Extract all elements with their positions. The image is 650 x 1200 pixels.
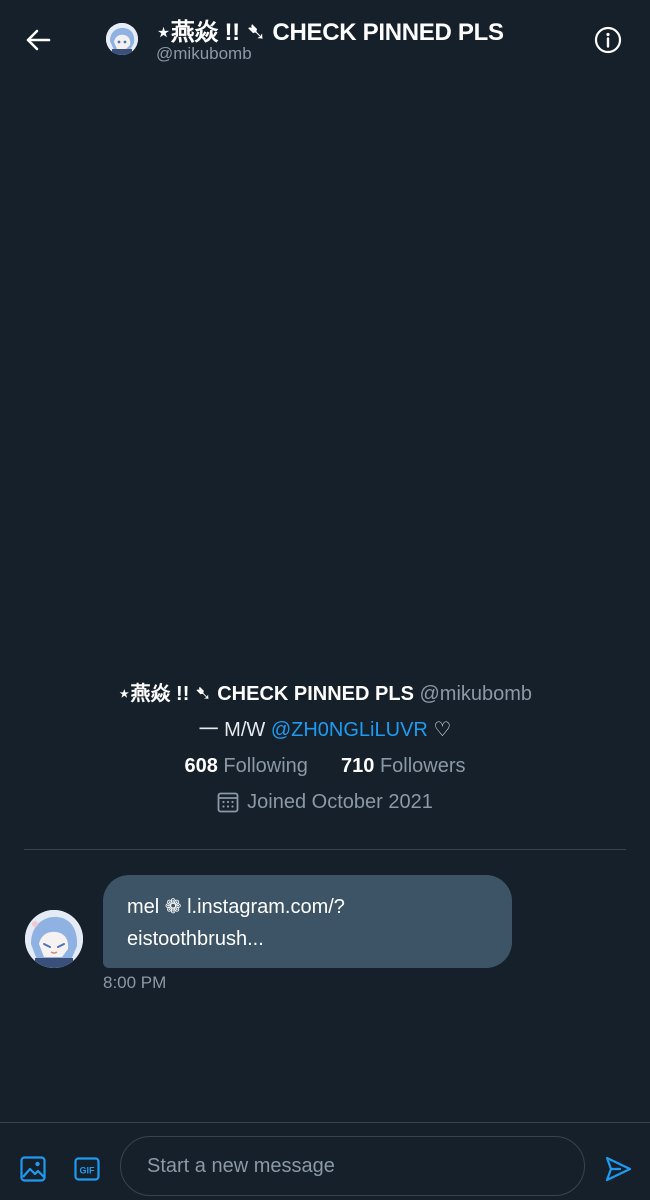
- message-bubble[interactable]: mel ❁ l.instagram.com/? eistoothbrush...: [103, 875, 512, 968]
- following-link[interactable]: 608 Following: [184, 755, 313, 777]
- bio-mention-link[interactable]: @ZH0NGLiLUVR: [271, 719, 428, 741]
- header-display-name: ⋆燕焱 !! ➷ CHECK PINNED PLS: [156, 19, 504, 46]
- bio-text: 一 M/W: [198, 719, 271, 741]
- profile-name-row: ⋆燕焱 !! ➷ CHECK PINNED PLS @mikubomb: [0, 676, 650, 712]
- profile-summary: ⋆燕焱 !! ➷ CHECK PINNED PLS @mikubomb 一 M/…: [0, 676, 650, 820]
- info-circle-icon: [594, 26, 622, 54]
- followers-link[interactable]: 710 Followers: [341, 755, 466, 777]
- header-avatar[interactable]: [106, 23, 138, 55]
- message-input-container: [120, 1136, 585, 1196]
- header-handle: @mikubomb: [156, 44, 252, 63]
- profile-bio: 一 M/W @ZH0NGLiLUVR ♡: [0, 712, 650, 748]
- conversation-header: ⋆燕焱 !! ➷ CHECK PINNED PLS @mikubomb: [0, 0, 650, 80]
- back-button[interactable]: [16, 20, 60, 60]
- gif-button[interactable]: GIF: [71, 1153, 103, 1185]
- send-icon: [605, 1156, 632, 1182]
- arrow-left-icon: [26, 29, 51, 51]
- following-label: Following: [223, 755, 308, 777]
- following-count: 608: [184, 755, 218, 777]
- info-button[interactable]: [588, 20, 628, 60]
- profile-joined-row: Joined October 2021: [0, 784, 650, 820]
- gif-label: GIF: [80, 1166, 96, 1176]
- message-sender-avatar[interactable]: [25, 910, 83, 968]
- bio-heart: ♡: [427, 719, 452, 741]
- message-text-line-2: eistoothbrush...: [127, 928, 264, 950]
- image-icon: [20, 1156, 46, 1182]
- followers-count: 710: [341, 755, 375, 777]
- message-text-line-1: mel ❁ l.instagram.com/?: [127, 896, 345, 918]
- message-composer: GIF: [0, 1122, 650, 1200]
- message-timestamp: 8:00 PM: [103, 973, 167, 992]
- gif-icon: GIF: [74, 1157, 100, 1181]
- calendar-icon: [217, 792, 239, 813]
- followers-label: Followers: [379, 755, 466, 777]
- send-button[interactable]: [602, 1153, 634, 1185]
- profile-stats: 608 Following 710 Followers: [0, 748, 650, 784]
- profile-display-name[interactable]: ⋆燕焱 !! ➷ CHECK PINNED PLS: [118, 683, 414, 705]
- profile-handle[interactable]: @mikubomb: [419, 683, 532, 705]
- message-input[interactable]: [147, 1154, 558, 1178]
- joined-date: Joined October 2021: [247, 791, 433, 813]
- divider: [24, 849, 626, 850]
- media-button[interactable]: [17, 1153, 49, 1185]
